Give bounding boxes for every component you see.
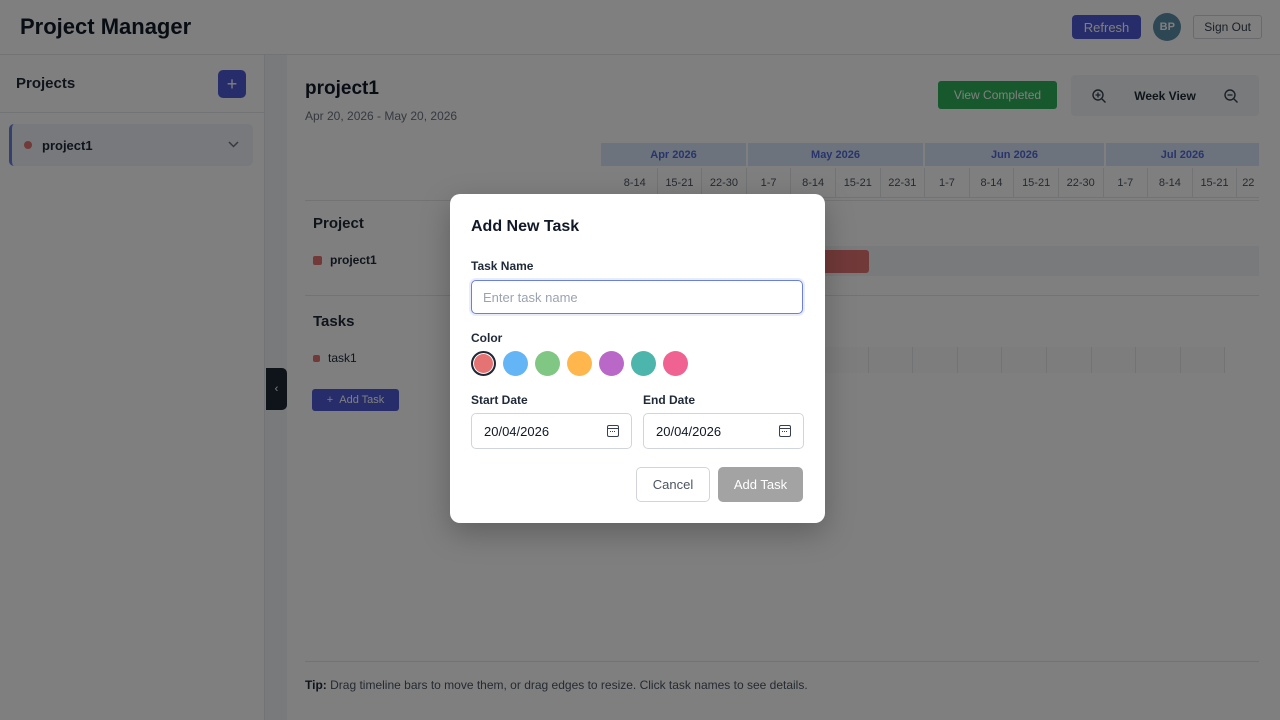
add-task-dialog: Add New Task Task Name Color Start Date … [450, 194, 825, 523]
end-date-value: 20/04/2026 [656, 423, 722, 439]
color-swatch-pink[interactable] [663, 351, 688, 376]
color-swatch-green[interactable] [535, 351, 560, 376]
task-name-label: Task Name [471, 259, 534, 273]
color-picker [471, 351, 688, 376]
color-swatch-red[interactable] [471, 351, 496, 376]
calendar-icon[interactable] [779, 425, 791, 437]
add-task-submit-button[interactable]: Add Task [718, 467, 803, 502]
dialog-title: Add New Task [471, 218, 580, 235]
color-swatch-purple[interactable] [599, 351, 624, 376]
cancel-button[interactable]: Cancel [636, 467, 710, 502]
start-date-label: Start Date [471, 393, 528, 407]
start-date-input[interactable]: 20/04/2026 [471, 413, 632, 449]
task-name-input[interactable] [471, 280, 803, 314]
end-date-label: End Date [643, 393, 696, 407]
color-swatch-blue[interactable] [503, 351, 528, 376]
color-swatch-teal[interactable] [631, 351, 656, 376]
calendar-icon[interactable] [607, 425, 619, 437]
color-label: Color [471, 331, 503, 345]
start-date-value: 20/04/2026 [484, 423, 550, 439]
color-swatch-orange[interactable] [567, 351, 592, 376]
end-date-input[interactable]: 20/04/2026 [643, 413, 804, 449]
